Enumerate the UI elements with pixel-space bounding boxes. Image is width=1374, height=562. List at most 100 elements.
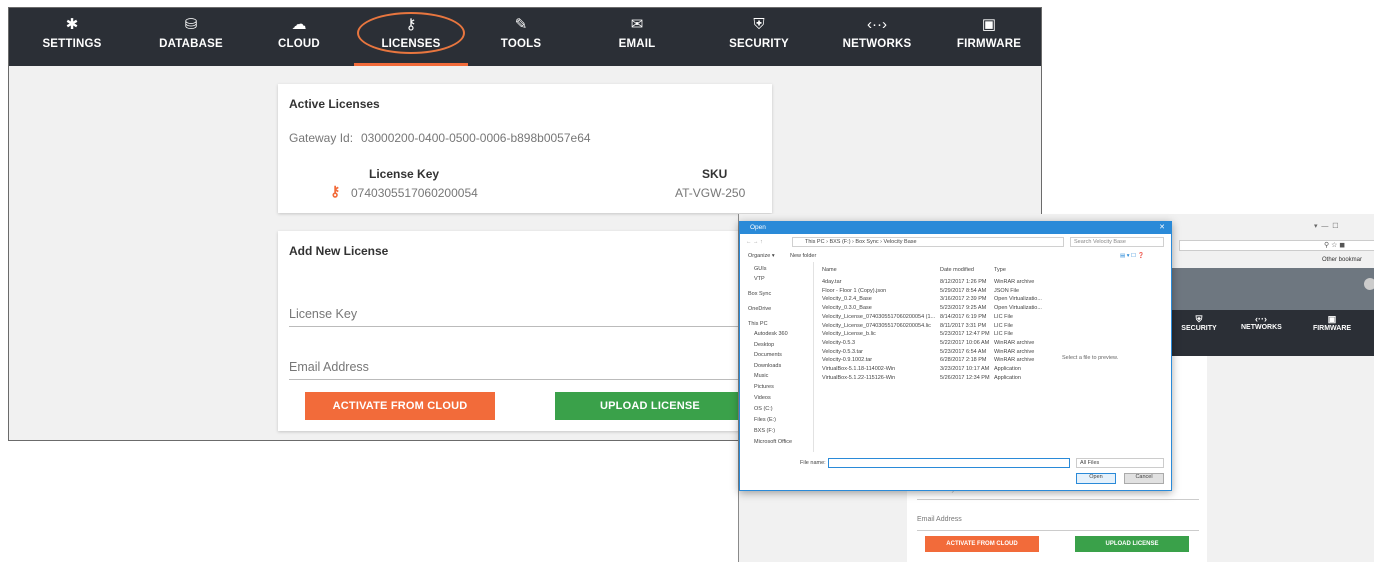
nav-label: CLOUD	[278, 38, 320, 50]
sidebar-item[interactable]: GUIs	[754, 266, 767, 272]
email-input[interactable]: Email Address	[289, 360, 369, 374]
star-icon[interactable]: ⚲ ☆ ◼	[1324, 241, 1345, 249]
file-date: 5/23/2017 9:25 AM	[940, 305, 987, 312]
file-type: LIC File	[994, 313, 1013, 320]
file-type: WinRAR archive	[994, 339, 1035, 346]
file-type: Application	[994, 374, 1021, 381]
column-header-name[interactable]: Name	[822, 267, 837, 273]
column-header-date[interactable]: Date modified	[940, 267, 974, 273]
file-row[interactable]: Velocity_License_0740305517060200054 (1.…	[818, 314, 1048, 322]
file-name: Velocity_0.3.0_Base	[822, 305, 872, 312]
nav-label: NETWORKS	[842, 38, 912, 50]
file-name: 4day.tar	[822, 279, 842, 285]
file-date: 5/23/2017 6:54 AM	[940, 348, 987, 355]
cancel-button[interactable]: Cancel	[1124, 473, 1164, 484]
nav-arrows-icon[interactable]: ← → ↑	[746, 239, 763, 245]
file-date: 6/28/2017 2:18 PM	[940, 357, 987, 364]
nav-networks[interactable]: ‹··› NETWORKS	[835, 8, 919, 66]
upload-license-button-small[interactable]: UPLOAD LICENSE	[1075, 536, 1189, 552]
organize-menu[interactable]: Organize ▾	[748, 253, 775, 259]
email-input-small[interactable]: Email Address	[917, 516, 962, 523]
file-type: Open Virtualizatio...	[994, 296, 1042, 303]
file-name: Floor - Floor 1 (Copy).json	[822, 287, 887, 294]
sidebar-item[interactable]: Files (E:)	[754, 417, 776, 423]
file-type-select[interactable]: All Files	[1076, 458, 1164, 468]
file-row[interactable]: VirtualBox-5.1.22-115126-Win 5/26/2017 12…	[818, 375, 1048, 383]
file-type: WinRAR archive	[994, 357, 1035, 364]
sidebar-item[interactable]: This PC	[748, 321, 768, 327]
nav-label: TOOLS	[500, 38, 542, 50]
search-input[interactable]: Search Velocity Base	[1070, 237, 1164, 247]
sidebar-item[interactable]: Music	[754, 373, 768, 379]
shield-icon: ⛨	[753, 16, 765, 33]
nav-email[interactable]: ✉ EMAIL	[607, 8, 667, 66]
file-date: 3/16/2017 2:39 PM	[940, 296, 987, 303]
new-folder-button[interactable]: New folder	[790, 253, 816, 259]
nav-tools[interactable]: ✎ TOOLS	[491, 8, 551, 66]
sidebar-item[interactable]: Desktop	[754, 342, 774, 348]
bookmarks-label[interactable]: Other bookmar	[1322, 257, 1362, 263]
view-options-icon[interactable]: ▤ ▾ ☐ ❓	[1120, 253, 1144, 259]
envelope-icon: ✉	[630, 16, 644, 33]
file-row[interactable]: Velocity_License_b.lic 5/23/2017 12:47 PM…	[818, 331, 1048, 339]
file-row[interactable]: Floor - Floor 1 (Copy).json 5/29/2017 8:5…	[818, 288, 1048, 296]
open-button[interactable]: Open	[1076, 473, 1116, 484]
add-license-title: Add New License	[289, 244, 389, 258]
sidebar-item[interactable]: VTP	[754, 276, 765, 282]
nav-database[interactable]: ⛁ DATABASE	[151, 8, 231, 66]
sidebar-item[interactable]: OS (C:)	[754, 406, 773, 412]
key-icon: ⚷	[330, 183, 341, 199]
avatar[interactable]	[1364, 278, 1374, 290]
file-type: Open Virtualizatio...	[994, 305, 1042, 312]
sidebar-item[interactable]: Downloads	[754, 363, 781, 369]
nav-security[interactable]: ⛨ SECURITY	[723, 8, 795, 66]
nav-settings[interactable]: ✱ SETTINGS	[37, 8, 107, 66]
sidebar-item[interactable]: Autodesk 360	[754, 331, 788, 337]
sidebar-item[interactable]: Box Sync	[748, 291, 771, 297]
file-date: 5/22/2017 10:06 AM	[940, 339, 990, 346]
file-name-input[interactable]	[828, 458, 1070, 468]
license-key-input[interactable]: License Key	[289, 307, 357, 321]
activate-from-cloud-button[interactable]: ACTIVATE FROM CLOUD	[305, 392, 495, 420]
file-row[interactable]: Velocity_License_0740305517060200054.lic…	[818, 323, 1048, 331]
sidebar-item[interactable]: Microsoft Office	[754, 439, 792, 445]
sidebar-item[interactable]: Pictures	[754, 384, 774, 390]
sidebar-item[interactable]: BXS (F:)	[754, 428, 775, 434]
file-name: Velocity_License_0740305517060200054 (1.…	[822, 313, 936, 320]
file-row[interactable]: Velocity-0.5.3 5/22/2017 10:06 AM WinRAR a…	[818, 340, 1048, 348]
file-row[interactable]: Velocity_0.2.4_Base 3/16/2017 2:39 PM Open…	[818, 296, 1048, 304]
add-license-card: Add New License License Key Email Addres…	[278, 231, 772, 431]
sidebar-item[interactable]: Videos	[754, 395, 771, 401]
sidebar-item[interactable]: Documents	[754, 352, 782, 358]
license-key-header: License Key	[369, 167, 440, 181]
file-name: Velocity-0.9.1002.tar	[822, 357, 873, 364]
file-row[interactable]: Velocity-0.5.3.tar 5/23/2017 6:54 AM WinRA…	[818, 349, 1048, 357]
dialog-sidebar: GUIs VTP Box Sync OneDrive This PC Autod…	[740, 262, 814, 452]
file-date: 3/23/2017 10:17 AM	[940, 366, 990, 372]
window-controls: ▾ — ☐	[1314, 223, 1339, 230]
activate-from-cloud-button-small[interactable]: ACTIVATE FROM CLOUD	[925, 536, 1039, 552]
open-file-dialog: Open ✕ ← → ↑ This PC › BXS (F:) › Box Sy…	[739, 221, 1172, 491]
nav-cloud[interactable]: ☁ CLOUD	[269, 8, 329, 66]
nav-firmware[interactable]: ▣ FIRMWARE	[949, 8, 1029, 66]
dialog-titlebar: Open ✕	[740, 222, 1171, 234]
sidebar-item[interactable]: OneDrive	[748, 306, 771, 312]
nav-label: SECURITY	[729, 38, 789, 50]
preview-pane-text: Select a file to preview.	[1062, 355, 1119, 361]
file-row[interactable]: Velocity_0.3.0_Base 5/23/2017 9:25 AM Open…	[818, 305, 1048, 313]
upload-license-button[interactable]: UPLOAD LICENSE	[555, 392, 745, 420]
file-date: 8/14/2017 6:19 PM	[940, 313, 987, 320]
close-icon[interactable]: ✕	[1159, 222, 1165, 234]
nav-label: EMAIL	[618, 38, 656, 50]
file-row[interactable]: Velocity-0.9.1002.tar 6/28/2017 2:18 PM Wi…	[818, 357, 1048, 365]
nav-networks-small[interactable]: ‹··› NETWORKS	[1241, 314, 1282, 331]
nav-security-small[interactable]: ⛨ SECURITY	[1179, 314, 1219, 332]
nav-firmware-small[interactable]: ▣ FIRMWARE	[1309, 314, 1355, 332]
highlight-circle	[357, 12, 465, 54]
column-header-type[interactable]: Type	[994, 267, 1006, 273]
license-key-underline-small	[917, 499, 1199, 500]
path-bar[interactable]: This PC › BXS (F:) › Box Sync › Velocity…	[792, 237, 1064, 247]
top-navigation: ✱ SETTINGS ⛁ DATABASE ☁ CLOUD ⚷ LICENSES…	[9, 8, 1041, 66]
file-row[interactable]: 4day.tar 8/12/2017 1:26 PM WinRAR archive	[818, 279, 1048, 287]
file-row[interactable]: VirtualBox-5.1.18-114002-Win 3/23/2017 10…	[818, 366, 1048, 374]
